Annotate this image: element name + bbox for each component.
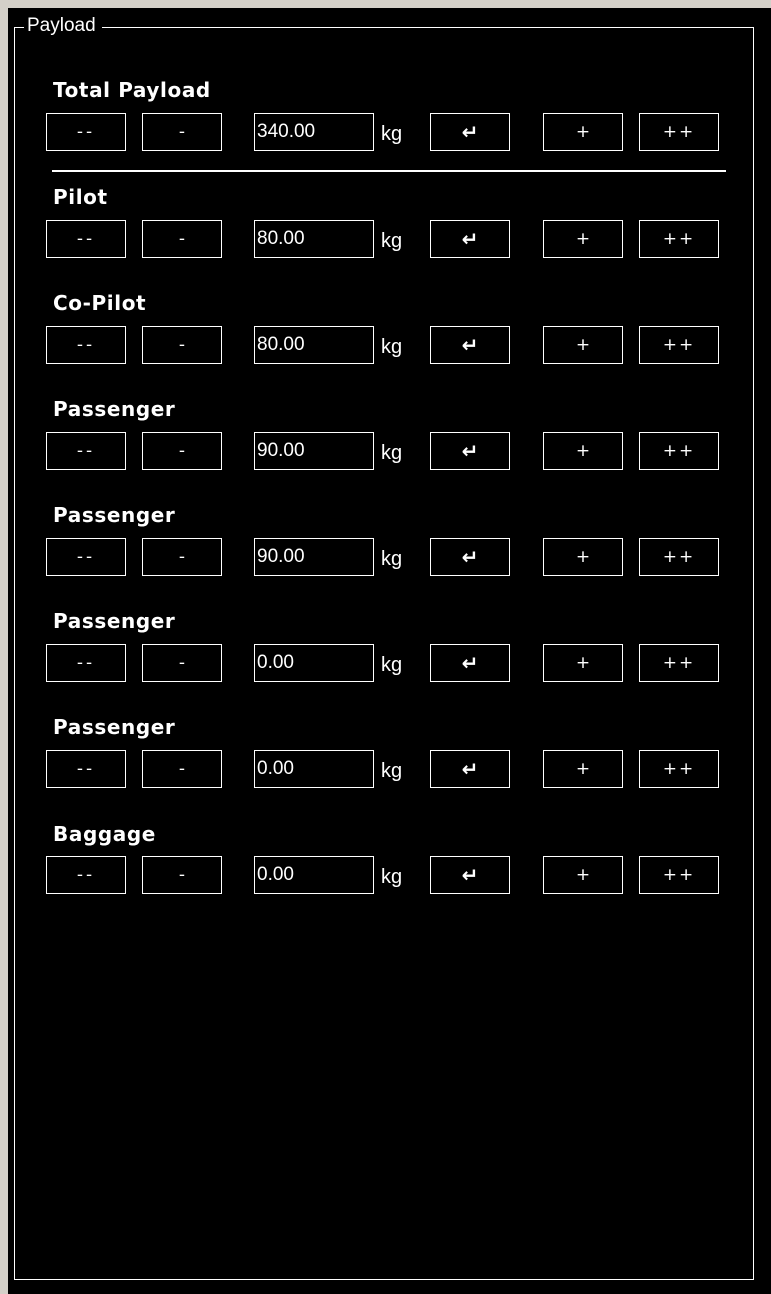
baggage-decrease-button[interactable]: -: [142, 856, 222, 894]
total-payload-increase-button[interactable]: +: [543, 113, 623, 151]
passenger-1-decrease-button[interactable]: -: [142, 432, 222, 470]
pilot-row: ---kg↵+++: [0, 220, 771, 260]
passenger-4-row: ---kg↵+++: [0, 750, 771, 790]
passenger-3-row: ---kg↵+++: [0, 644, 771, 684]
pilot-weight-input[interactable]: [254, 220, 374, 258]
baggage-weight-input[interactable]: [254, 856, 374, 894]
passenger-2-weight-input[interactable]: [254, 538, 374, 576]
passenger-2-increase-large-button[interactable]: ++: [639, 538, 719, 576]
total-payload-decrease-large-button[interactable]: --: [46, 113, 126, 151]
baggage-row: ---kg↵+++: [0, 856, 771, 896]
baggage-decrease-large-button[interactable]: --: [46, 856, 126, 894]
total-payload-weight-input[interactable]: [254, 113, 374, 151]
total-payload-apply-button[interactable]: ↵: [430, 113, 510, 151]
co-pilot-decrease-large-button[interactable]: --: [46, 326, 126, 364]
total-divider: [52, 170, 726, 172]
baggage-increase-button[interactable]: +: [543, 856, 623, 894]
passenger-3-weight-input[interactable]: [254, 644, 374, 682]
pilot-increase-large-button[interactable]: ++: [639, 220, 719, 258]
passenger-1-label: Passenger: [53, 397, 176, 421]
passenger-3-decrease-large-button[interactable]: --: [46, 644, 126, 682]
total-payload-unit-label: kg: [381, 123, 403, 145]
co-pilot-unit-label: kg: [381, 336, 403, 358]
passenger-2-label: Passenger: [53, 503, 176, 527]
co-pilot-weight-input[interactable]: [254, 326, 374, 364]
passenger-1-weight-input[interactable]: [254, 432, 374, 470]
passenger-1-row: ---kg↵+++: [0, 432, 771, 472]
total-payload-row: ---kg↵+++: [0, 113, 771, 153]
passenger-1-apply-button[interactable]: ↵: [430, 432, 510, 470]
passenger-4-decrease-large-button[interactable]: --: [46, 750, 126, 788]
passenger-2-unit-label: kg: [381, 548, 403, 570]
co-pilot-label: Co-Pilot: [53, 291, 147, 315]
passenger-1-increase-large-button[interactable]: ++: [639, 432, 719, 470]
co-pilot-increase-button[interactable]: +: [543, 326, 623, 364]
total-payload-decrease-button[interactable]: -: [142, 113, 222, 151]
baggage-unit-label: kg: [381, 866, 403, 888]
passenger-3-increase-button[interactable]: +: [543, 644, 623, 682]
co-pilot-increase-large-button[interactable]: ++: [639, 326, 719, 364]
passenger-2-apply-button[interactable]: ↵: [430, 538, 510, 576]
passenger-4-unit-label: kg: [381, 760, 403, 782]
passenger-4-decrease-button[interactable]: -: [142, 750, 222, 788]
pilot-unit-label: kg: [381, 230, 403, 252]
passenger-4-weight-input[interactable]: [254, 750, 374, 788]
baggage-increase-large-button[interactable]: ++: [639, 856, 719, 894]
total-payload-label: Total Payload: [53, 78, 211, 102]
passenger-2-decrease-button[interactable]: -: [142, 538, 222, 576]
passenger-1-unit-label: kg: [381, 442, 403, 464]
passenger-2-increase-button[interactable]: +: [543, 538, 623, 576]
co-pilot-row: ---kg↵+++: [0, 326, 771, 366]
passenger-3-label: Passenger: [53, 609, 176, 633]
co-pilot-apply-button[interactable]: ↵: [430, 326, 510, 364]
pilot-decrease-large-button[interactable]: --: [46, 220, 126, 258]
passenger-2-row: ---kg↵+++: [0, 538, 771, 578]
passenger-3-decrease-button[interactable]: -: [142, 644, 222, 682]
co-pilot-decrease-button[interactable]: -: [142, 326, 222, 364]
passenger-3-increase-large-button[interactable]: ++: [639, 644, 719, 682]
baggage-label: Baggage: [53, 822, 156, 846]
passenger-4-label: Passenger: [53, 715, 176, 739]
passenger-4-increase-button[interactable]: +: [543, 750, 623, 788]
total-payload-increase-large-button[interactable]: ++: [639, 113, 719, 151]
passenger-3-unit-label: kg: [381, 654, 403, 676]
passenger-1-decrease-large-button[interactable]: --: [46, 432, 126, 470]
pilot-label: Pilot: [53, 185, 108, 209]
passenger-1-increase-button[interactable]: +: [543, 432, 623, 470]
pilot-decrease-button[interactable]: -: [142, 220, 222, 258]
pilot-increase-button[interactable]: +: [543, 220, 623, 258]
passenger-3-apply-button[interactable]: ↵: [430, 644, 510, 682]
payload-group-title: Payload: [24, 14, 102, 38]
passenger-2-decrease-large-button[interactable]: --: [46, 538, 126, 576]
passenger-4-increase-large-button[interactable]: ++: [639, 750, 719, 788]
baggage-apply-button[interactable]: ↵: [430, 856, 510, 894]
pilot-apply-button[interactable]: ↵: [430, 220, 510, 258]
passenger-4-apply-button[interactable]: ↵: [430, 750, 510, 788]
